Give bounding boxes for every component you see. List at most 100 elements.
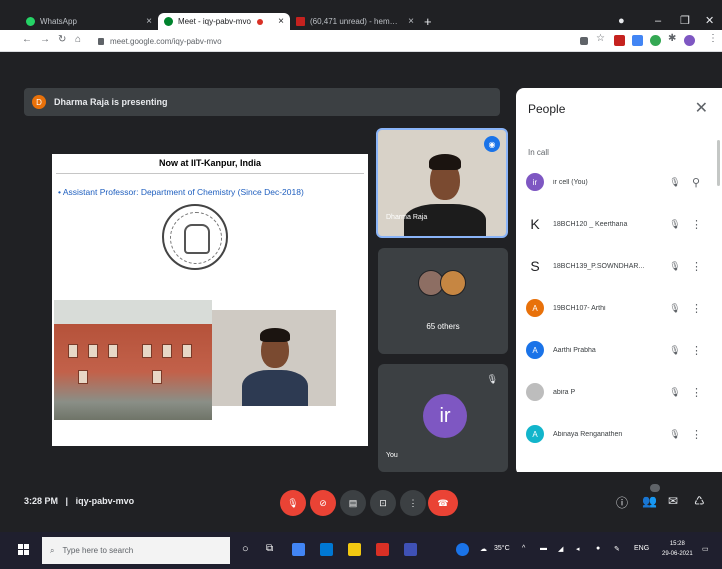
meeting-time: 3:28 PM <box>24 496 59 506</box>
battery-icon[interactable]: ▬ <box>540 545 547 552</box>
acrobat-icon[interactable] <box>376 543 389 556</box>
self-tile[interactable]: 🎙 ir You <box>378 364 508 472</box>
participant-row[interactable]: K 18BCH120 _ Keerthana 🎙 ⋮ <box>526 210 716 238</box>
chevron-up-icon[interactable]: ^ <box>522 545 525 552</box>
cortana-icon[interactable]: ○ <box>242 543 249 555</box>
address-bar[interactable]: meet.google.com/iqy-pabv-mvo <box>92 33 572 49</box>
others-tile[interactable]: 65 others <box>378 248 508 354</box>
slide-bullet: • Assistant Professor: Department of Che… <box>58 187 304 197</box>
info-icon[interactable]: ⓘ <box>616 494 628 511</box>
participant-row[interactable]: A Aarthi Prabha 🎙 ⋮ <box>526 336 716 364</box>
iit-kanpur-seal-icon <box>162 204 228 270</box>
mic-off-icon[interactable]: 🎙 <box>667 387 683 398</box>
clock[interactable]: 15:28 29-06-2021 <box>662 539 693 559</box>
mic-off-icon[interactable]: 🎙 <box>667 303 683 314</box>
participant-row[interactable]: A 19BCH107- Arthi 🎙 ⋮ <box>526 294 716 322</box>
more-options-icon[interactable]: ⋮ <box>691 260 702 273</box>
more-options-icon[interactable]: ⋮ <box>691 428 702 441</box>
mic-toggle-button[interactable]: 🎙 <box>280 490 306 516</box>
avatar <box>526 383 544 401</box>
scrollbar[interactable] <box>717 140 720 186</box>
pen-icon[interactable]: ✎ <box>614 545 620 553</box>
captions-button[interactable]: ▤ <box>340 490 366 516</box>
speaker-tile[interactable]: Dharma Raja ◉ <box>376 128 508 238</box>
close-icon[interactable]: × <box>278 16 284 27</box>
more-options-icon[interactable]: ⋮ <box>691 386 702 399</box>
participant-row[interactable]: ir ir cell (You) 🎙 ⚲ <box>526 168 716 196</box>
file-explorer-icon[interactable] <box>348 543 361 556</box>
notifications-icon[interactable]: ▭ <box>702 545 709 553</box>
edge-icon[interactable] <box>320 543 333 556</box>
divider <box>56 173 364 174</box>
avatar[interactable] <box>684 35 695 46</box>
back-icon[interactable]: ← <box>22 34 32 45</box>
speaking-icon: ◉ <box>484 136 500 152</box>
home-icon[interactable]: ⌂ <box>75 34 81 45</box>
extension-icon[interactable] <box>614 35 625 46</box>
more-options-icon[interactable]: ⋮ <box>691 344 702 357</box>
avatar: ir <box>423 394 467 438</box>
more-options-icon[interactable]: ⋮ <box>691 218 702 231</box>
app-icon[interactable] <box>404 543 417 556</box>
participant-name: ir cell (You) <box>553 178 588 186</box>
reload-icon[interactable]: ↻ <box>58 34 66 45</box>
forward-icon[interactable]: → <box>40 34 50 45</box>
people-icon[interactable]: 👥 <box>642 494 657 508</box>
menu-icon[interactable]: ⋮ <box>708 33 718 44</box>
mic-off-icon[interactable]: 🎙 <box>667 261 683 272</box>
participant-name: abira P <box>553 388 576 396</box>
network-icon[interactable]: ◢ <box>558 545 563 553</box>
weather-icon[interactable]: ☁ <box>480 545 487 553</box>
new-tab-button[interactable]: + <box>424 13 432 30</box>
present-button[interactable]: ⊡ <box>370 490 396 516</box>
mic-off-icon[interactable]: 🎙 <box>667 429 683 440</box>
activities-icon[interactable]: ♺ <box>694 494 705 508</box>
maximize-button[interactable]: ❐ <box>680 13 690 30</box>
profile-icon[interactable]: ● <box>618 13 625 30</box>
pin-icon[interactable]: ⚲ <box>691 176 701 189</box>
camera-toggle-button[interactable]: ⊘ <box>310 490 336 516</box>
person-shape <box>429 154 461 170</box>
chrome-icon[interactable] <box>292 543 305 556</box>
more-options-icon[interactable]: ⋮ <box>691 302 702 315</box>
tab-meet[interactable]: Meet - iqy-pabv-mvo × <box>158 13 290 30</box>
taskbar-search-input[interactable]: ⌕ Type here to search <box>42 537 230 564</box>
tab-whatsapp[interactable]: WhatsApp × <box>20 13 158 30</box>
mic-off-icon[interactable]: 🎙 <box>667 177 683 188</box>
slide-bullet-text: Assistant Professor: Department of Chemi… <box>62 187 304 197</box>
puzzle-icon[interactable]: ✱ <box>668 33 676 44</box>
mic-off-icon[interactable]: 🎙 <box>667 219 683 230</box>
window-shape <box>68 344 78 358</box>
app-icon[interactable] <box>456 543 469 556</box>
more-options-button[interactable]: ⋮ <box>400 490 426 516</box>
person-shape <box>404 204 486 236</box>
windows-start-icon[interactable] <box>18 544 29 555</box>
participant-row[interactable]: A Abinaya Renganathen 🎙 ⋮ <box>526 420 716 448</box>
weather-text[interactable]: 35°C <box>494 545 510 552</box>
chat-icon[interactable]: ✉ <box>668 494 678 508</box>
camera-icon[interactable] <box>580 37 588 45</box>
leave-call-button[interactable]: ☎ <box>428 490 458 516</box>
building-photo <box>54 300 212 420</box>
meeting-details: 3:28 PM | iqy-pabv-mvo <box>24 496 134 506</box>
close-window-button[interactable]: ✕ <box>705 13 714 30</box>
task-view-icon[interactable]: ⧉ <box>266 543 273 554</box>
participant-row[interactable]: abira P 🎙 ⋮ <box>526 378 716 406</box>
meet-icon <box>164 17 173 26</box>
presented-slide: Now at IIT-Kanpur, India • Assistant Pro… <box>52 154 368 446</box>
star-icon[interactable]: ☆ <box>596 33 605 44</box>
participant-name: 19BCH107- Arthi <box>553 304 606 312</box>
close-icon[interactable]: ✕ <box>695 98 708 118</box>
volume-icon[interactable]: ◂ <box>576 545 580 553</box>
minimize-button[interactable]: – <box>655 13 661 30</box>
language-indicator[interactable]: ENG <box>634 545 649 552</box>
onedrive-icon[interactable]: ● <box>596 545 600 552</box>
extension-icon[interactable] <box>632 35 643 46</box>
extension-icon[interactable] <box>650 35 661 46</box>
close-icon[interactable]: × <box>408 16 414 27</box>
mic-off-icon[interactable]: 🎙 <box>667 345 683 356</box>
others-count: 65 others <box>426 322 460 331</box>
tab-gmail[interactable]: (60,471 unread) - hemamalini2... × <box>290 13 420 30</box>
close-icon[interactable]: × <box>146 16 152 27</box>
participant-row[interactable]: S 18BCH139_P.SOWNDHAR... 🎙 ⋮ <box>526 252 716 280</box>
